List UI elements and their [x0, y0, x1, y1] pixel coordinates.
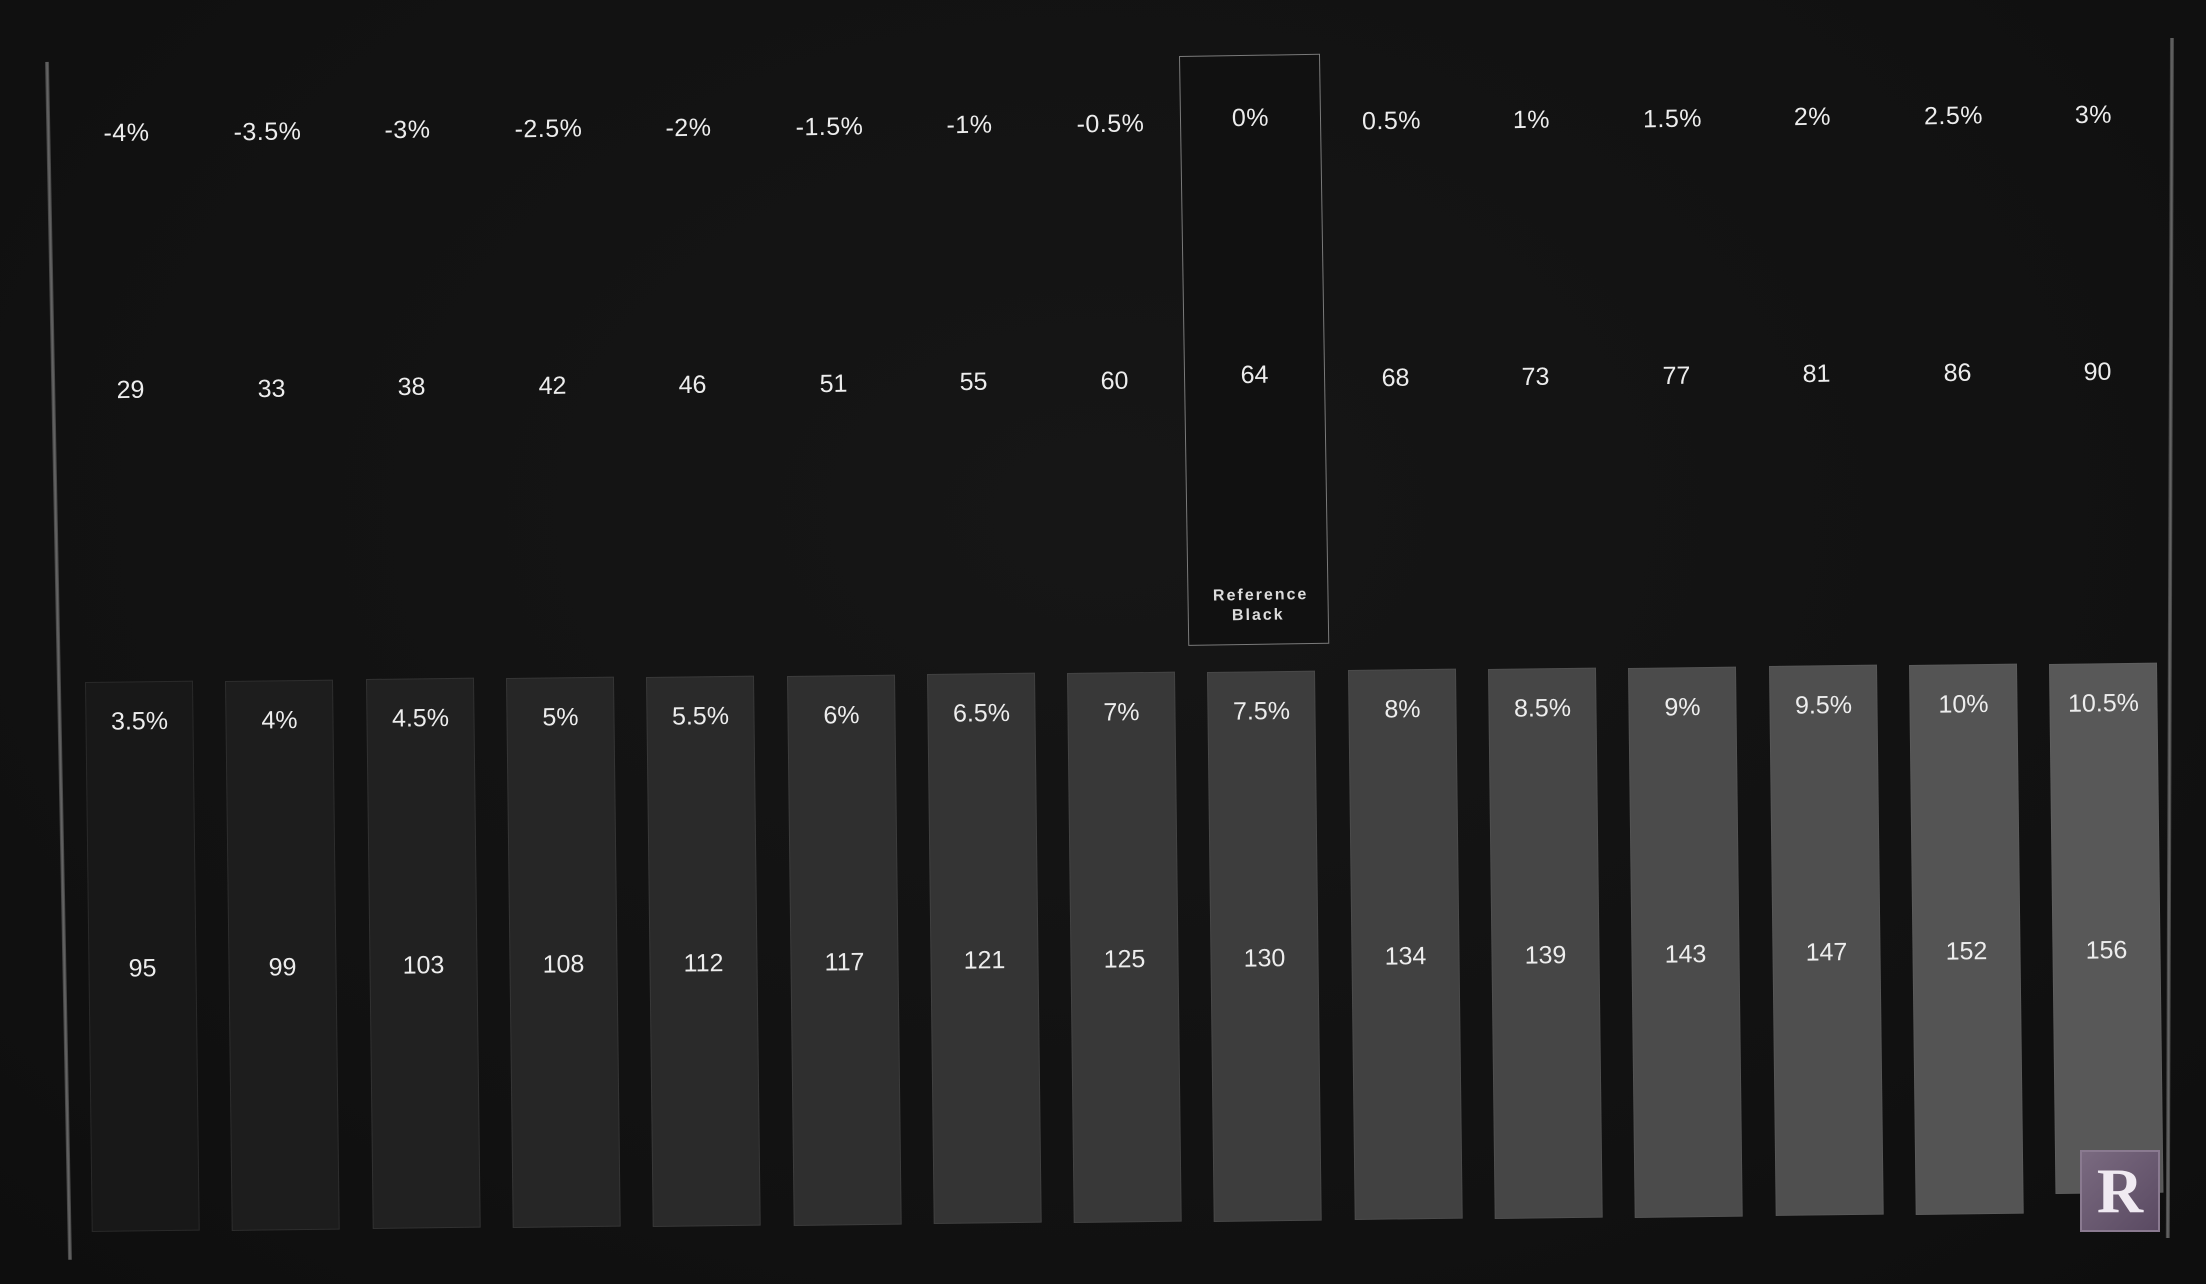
- bottom-cell: 9.5% 147: [1768, 665, 1884, 1217]
- black-level-test-pattern: -4% 29 -3.5% 33 -3% 38 -2.5% 42 -2% 46 -1.5% 51 -1% 5…: [0, 0, 2206, 1284]
- bottom-cell-value: 152: [1945, 937, 1988, 966]
- bottom-row: 3.5% 95 4% 99 4.5% 103 5% 108 5.5% 112 6% 117 6.5% 12…: [0, 0, 2206, 1284]
- bottom-cell-value: 108: [542, 950, 585, 979]
- bottom-cell-percent: 10%: [1938, 690, 1989, 719]
- bottom-cell-percent: 9%: [1664, 692, 1702, 722]
- bottom-cell-percent: 5%: [542, 703, 579, 732]
- bottom-cell-value: 95: [128, 954, 157, 983]
- bottom-cell-value: 125: [1103, 944, 1146, 974]
- bottom-cell: 7% 125: [1067, 671, 1182, 1223]
- bottom-cell-percent: 4%: [261, 705, 299, 735]
- bottom-cell: 3.5% 95: [85, 680, 200, 1232]
- bottom-cell-percent: 8.5%: [1513, 693, 1572, 723]
- bottom-cell-percent: 10.5%: [2068, 688, 2140, 718]
- bottom-cell-value: 156: [2085, 935, 2128, 965]
- logo-letter: R: [2096, 1155, 2144, 1226]
- bottom-cell: 4.5% 103: [365, 678, 481, 1230]
- bottom-cell-percent: 7.5%: [1233, 696, 1291, 726]
- bottom-cell-value: 112: [683, 948, 724, 978]
- bottom-cell-value: 117: [823, 947, 865, 977]
- bottom-cell-value: 139: [1524, 941, 1567, 970]
- bottom-cell: 8.5% 139: [1488, 667, 1603, 1219]
- bottom-cell: 6.5% 121: [926, 672, 1042, 1225]
- bottom-cell-percent: 4.5%: [391, 704, 449, 734]
- bottom-cell: 10.5% 156: [2049, 662, 2164, 1194]
- bottom-cell-percent: 7%: [1103, 698, 1140, 727]
- bottom-cell: 5.5% 112: [646, 675, 761, 1227]
- bottom-cell-percent: 6%: [822, 700, 860, 730]
- bottom-cell-value: 121: [963, 946, 1006, 975]
- bottom-cell: 6% 117: [786, 674, 902, 1226]
- bottom-cell-value: 130: [1243, 943, 1286, 973]
- bottom-cell: 8% 134: [1347, 668, 1463, 1221]
- r-logo-icon: R: [2080, 1150, 2160, 1232]
- bottom-cell-percent: 9.5%: [1794, 691, 1852, 721]
- bottom-cell-percent: 5.5%: [672, 701, 730, 731]
- bottom-cell: 7.5% 130: [1207, 670, 1323, 1222]
- bottom-cell-percent: 6.5%: [952, 699, 1010, 728]
- bottom-cell-value: 134: [1384, 942, 1427, 971]
- bottom-cell-value: 143: [1664, 939, 1707, 969]
- bottom-cell-value: 99: [268, 952, 297, 982]
- bottom-cell: 5% 108: [505, 676, 621, 1229]
- bottom-cell: 9% 143: [1628, 666, 1744, 1218]
- bottom-cell-percent: 8%: [1383, 695, 1421, 724]
- bottom-cell: 4% 99: [225, 679, 341, 1231]
- bottom-cell-value: 103: [402, 951, 445, 980]
- bottom-cell: 10% 152: [1908, 663, 2024, 1216]
- bottom-cell-percent: 3.5%: [110, 706, 169, 736]
- bottom-cell-value: 147: [1805, 938, 1848, 967]
